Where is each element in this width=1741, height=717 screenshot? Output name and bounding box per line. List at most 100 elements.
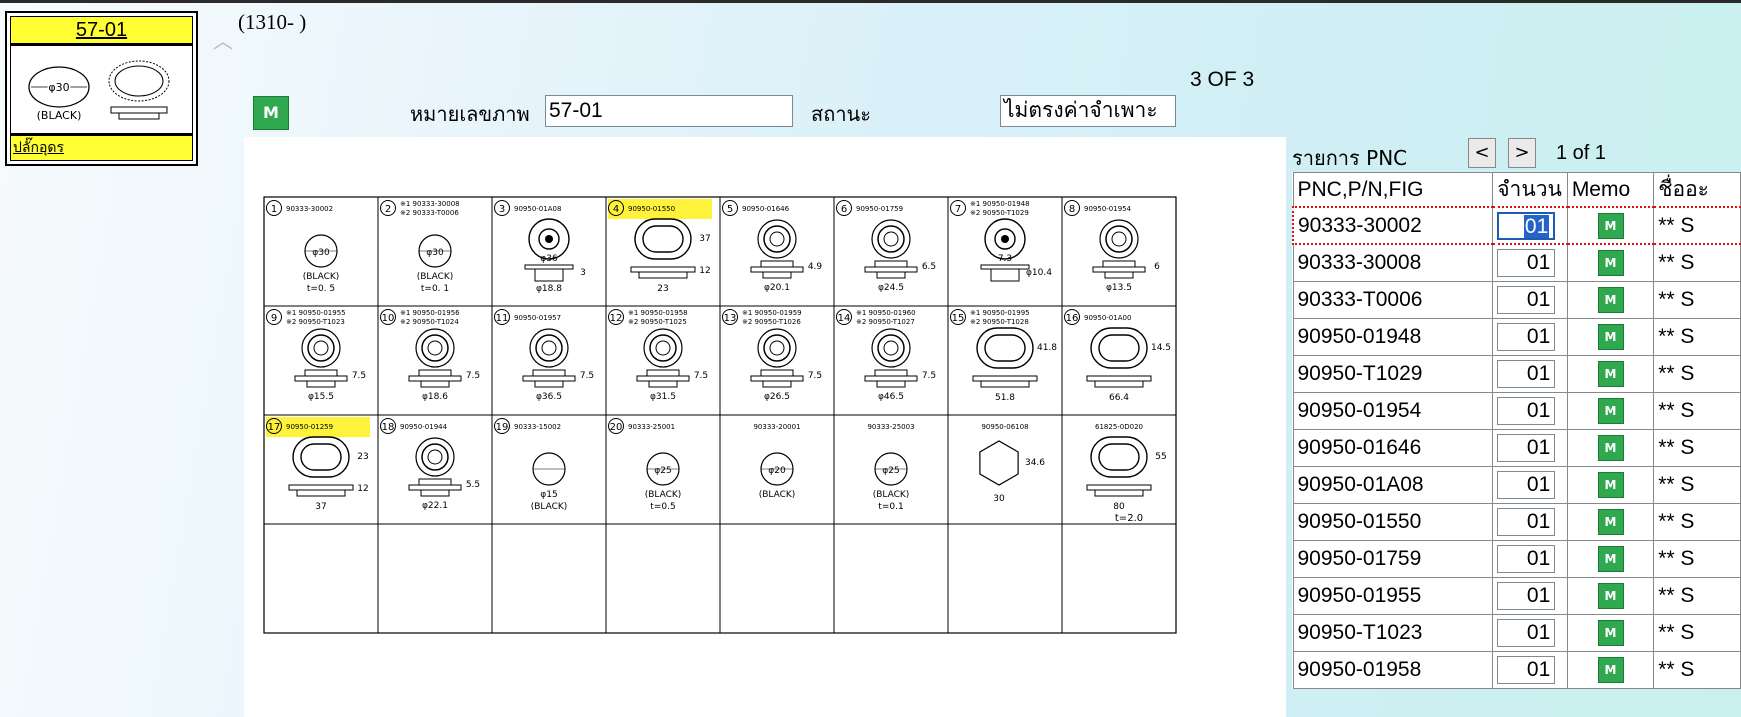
dimension-text: φ15 bbox=[540, 490, 557, 500]
scroll-up-arrow-icon[interactable]: ︿ bbox=[212, 30, 234, 52]
table-row[interactable]: 90950-01954 01 M ** S bbox=[1292, 391, 1741, 430]
part-number-label: 90950-06108 bbox=[981, 423, 1028, 431]
row-memo-icon[interactable]: M bbox=[1597, 213, 1624, 239]
thumbnail-label: ปลั๊กอุดร bbox=[11, 133, 192, 160]
column-header-qty[interactable]: จำนวน bbox=[1492, 172, 1568, 208]
part-name-cell: ** S bbox=[1653, 539, 1741, 578]
callout-number: 2 bbox=[385, 204, 391, 215]
row-memo-icon[interactable]: M bbox=[1597, 250, 1624, 277]
quantity-input[interactable]: 01 bbox=[1497, 359, 1556, 388]
table-row[interactable]: 90950-T1023 01 M ** S bbox=[1292, 613, 1741, 652]
dimension-text: 7.5 bbox=[694, 371, 708, 381]
memo-icon[interactable]: M bbox=[253, 96, 289, 130]
quantity-input[interactable]: 01 bbox=[1497, 285, 1556, 314]
next-page-button[interactable]: > bbox=[1508, 138, 1536, 168]
quantity-input[interactable]: 01 bbox=[1497, 322, 1556, 351]
quantity-input[interactable]: 01 bbox=[1497, 470, 1556, 499]
part-number-label: 90950-01957 bbox=[514, 314, 561, 322]
part-number-cell[interactable]: 90950-01955 bbox=[1292, 576, 1494, 615]
part-name-cell: ** S bbox=[1653, 650, 1741, 689]
callout-number: 14 bbox=[838, 313, 851, 324]
part-number-cell[interactable]: 90950-T1023 bbox=[1292, 613, 1494, 652]
part-number-cell[interactable]: 90950-01958 bbox=[1292, 650, 1494, 689]
row-memo-icon[interactable]: M bbox=[1597, 361, 1624, 387]
part-number-cell[interactable]: 90950-01A08 bbox=[1292, 465, 1494, 504]
fig-number-field[interactable]: 57-01 bbox=[545, 95, 793, 127]
column-header-pnc[interactable]: PNC,P/N,FIG bbox=[1292, 172, 1494, 208]
row-memo-icon[interactable]: M bbox=[1597, 546, 1624, 572]
dimension-text: 7.5 bbox=[352, 371, 366, 381]
row-memo-icon[interactable]: M bbox=[1597, 435, 1624, 461]
dimension-text: 55 bbox=[1155, 452, 1166, 462]
table-row[interactable]: 90950-01A08 01 M ** S bbox=[1292, 465, 1741, 504]
table-row[interactable]: 90950-01955 01 M ** S bbox=[1292, 576, 1741, 615]
table-row[interactable]: 90333-T0006 01 M ** S bbox=[1292, 280, 1741, 319]
row-memo-icon[interactable]: M bbox=[1597, 324, 1624, 350]
part-name-cell: ** S bbox=[1653, 354, 1741, 393]
prev-page-button[interactable]: < bbox=[1468, 138, 1496, 168]
dimension-text: 7.5 bbox=[808, 371, 822, 381]
part-number-label: 90950-01A00 bbox=[1084, 314, 1131, 322]
part-number-label: ※1 90950-01960 bbox=[856, 309, 916, 317]
quantity-input[interactable]: 01 bbox=[1497, 581, 1556, 610]
hex-shape bbox=[979, 440, 1019, 486]
row-memo-icon[interactable]: M bbox=[1597, 657, 1624, 683]
part-number-cell[interactable]: 90950-01954 bbox=[1292, 391, 1494, 430]
table-row[interactable]: 90333-30002 01 M ** S bbox=[1292, 206, 1741, 245]
part-number-label: 90950-01A08 bbox=[514, 205, 561, 213]
table-row[interactable]: 90950-01958 01 M ** S bbox=[1292, 650, 1741, 689]
dimension-text: (BLACK) bbox=[417, 272, 454, 282]
row-memo-icon[interactable]: M bbox=[1597, 472, 1624, 498]
row-memo-icon[interactable]: M bbox=[1597, 583, 1624, 609]
table-row[interactable]: 90950-01550 01 M ** S bbox=[1292, 502, 1741, 541]
column-header-name[interactable]: ชื่ออะ bbox=[1653, 172, 1741, 208]
part-number-cell[interactable]: 90333-T0006 bbox=[1292, 280, 1494, 319]
table-row[interactable]: 90950-01646 01 M ** S bbox=[1292, 428, 1741, 467]
part-number-label: 90333-20001 bbox=[753, 423, 800, 431]
callout-number: 5 bbox=[727, 204, 733, 215]
part-number-cell[interactable]: 90333-30002 bbox=[1292, 206, 1494, 245]
figure-thumbnail[interactable]: 57-01 φ30 (BLACK) ปลั๊กอุดร bbox=[5, 11, 198, 166]
quantity-input[interactable]: 01 bbox=[1497, 248, 1556, 277]
dimension-text: 12 bbox=[357, 484, 368, 494]
table-row[interactable]: 90950-T1029 01 M ** S bbox=[1292, 354, 1741, 393]
column-header-memo[interactable]: Memo bbox=[1566, 172, 1655, 208]
dimension-text: 37 bbox=[315, 502, 326, 512]
quantity-input[interactable]: 01 bbox=[1497, 507, 1556, 536]
quantity-input[interactable]: 01 bbox=[1497, 618, 1556, 647]
table-row[interactable]: 90950-01759 01 M ** S bbox=[1292, 539, 1741, 578]
window-top-border bbox=[0, 0, 1741, 3]
part-name-cell: ** S bbox=[1653, 243, 1741, 282]
row-memo-icon[interactable]: M bbox=[1597, 287, 1624, 313]
part-number-label: ※2 90333-T0006 bbox=[400, 209, 459, 217]
callout-number: 4 bbox=[613, 204, 619, 215]
part-number-cell[interactable]: 90950-01948 bbox=[1292, 317, 1494, 356]
quantity-input[interactable]: 01 bbox=[1497, 655, 1556, 684]
part-number-label: ※2 90950-T1026 bbox=[742, 318, 801, 326]
row-memo-icon[interactable]: M bbox=[1597, 398, 1624, 424]
dimension-text: 6.5 bbox=[922, 262, 936, 272]
table-row[interactable]: 90950-01948 01 M ** S bbox=[1292, 317, 1741, 356]
part-number-label: 90950-01646 bbox=[742, 205, 790, 213]
part-number-label: 90333-15002 bbox=[514, 423, 561, 431]
dimension-text: 6 bbox=[1154, 262, 1160, 272]
part-number-cell[interactable]: 90333-30008 bbox=[1292, 243, 1494, 282]
quantity-input[interactable]: 01 bbox=[1497, 544, 1556, 573]
part-number-cell[interactable]: 90950-T1029 bbox=[1292, 354, 1494, 393]
part-number-cell[interactable]: 90950-01759 bbox=[1292, 539, 1494, 578]
table-row[interactable]: 90333-30008 01 M ** S bbox=[1292, 243, 1741, 282]
quantity-input[interactable]: 01 bbox=[1497, 433, 1556, 462]
row-memo-icon[interactable]: M bbox=[1597, 620, 1624, 646]
status-field[interactable]: ไม่ตรงค่าจำเพาะ bbox=[1000, 95, 1176, 127]
quantity-input[interactable]: 01 bbox=[1497, 211, 1556, 240]
row-memo-icon[interactable]: M bbox=[1597, 509, 1624, 535]
part-number-cell[interactable]: 90950-01550 bbox=[1292, 502, 1494, 541]
callout-number: 7 bbox=[955, 204, 961, 215]
part-number-cell[interactable]: 90950-01646 bbox=[1292, 428, 1494, 467]
quantity-input[interactable]: 01 bbox=[1497, 396, 1556, 425]
dimension-text: 4.9 bbox=[808, 262, 823, 272]
callout-number: 15 bbox=[952, 313, 965, 324]
dimension-text: φ30 bbox=[312, 248, 330, 258]
dimension-text: φ20 bbox=[768, 466, 786, 476]
callout-number: 16 bbox=[1066, 313, 1079, 324]
